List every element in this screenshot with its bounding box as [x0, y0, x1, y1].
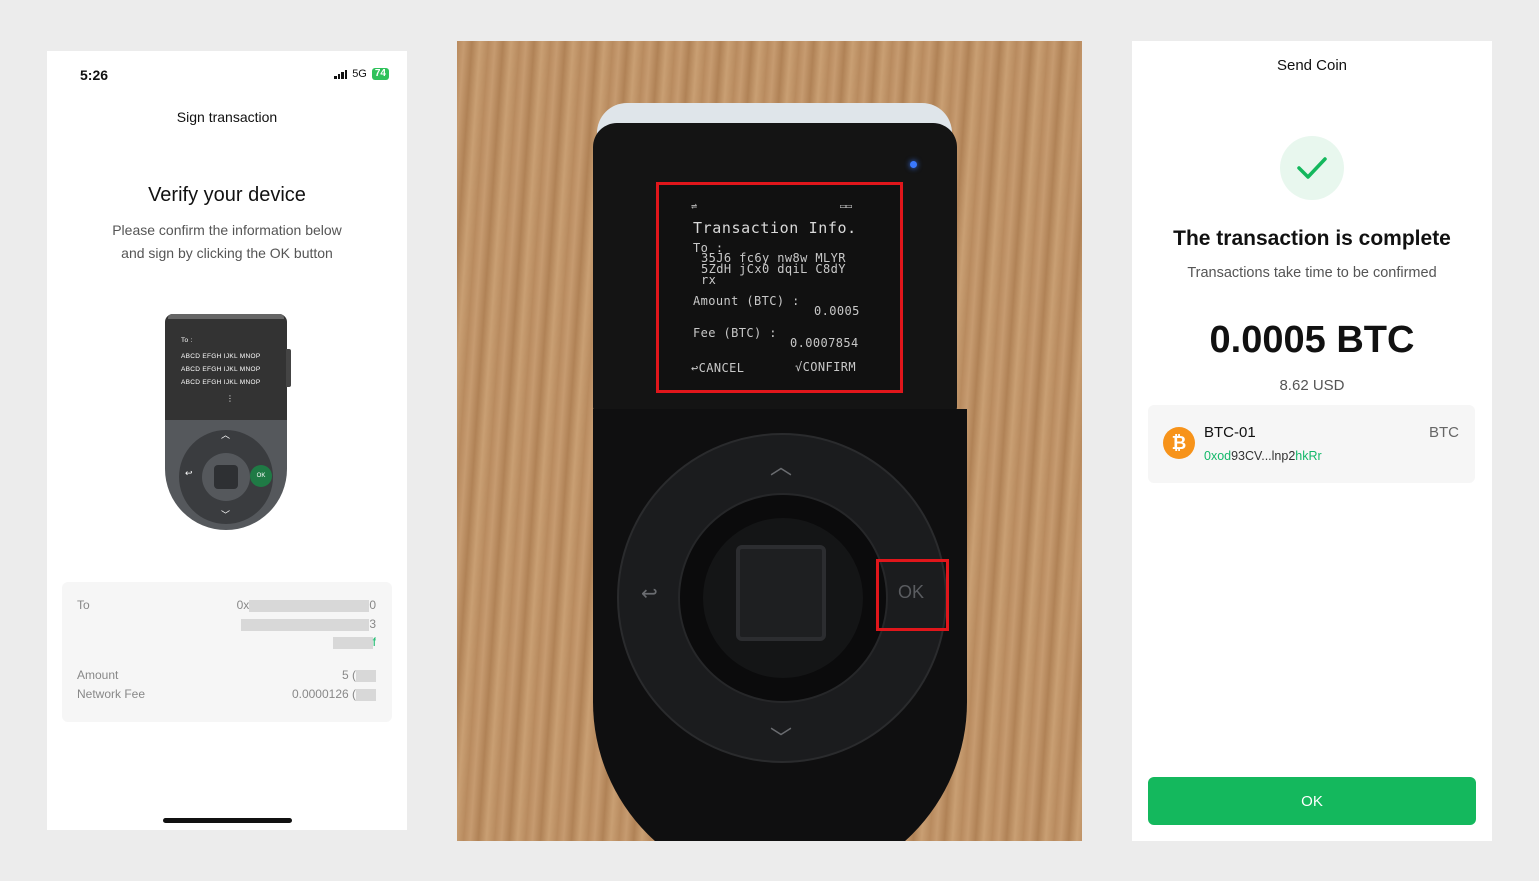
ok-highlight-box	[876, 559, 949, 631]
chevron-up-icon: ︿	[770, 454, 793, 479]
device-illustration-ring: ︿ ﹀ ↩ OK	[179, 430, 273, 524]
success-check-icon	[1280, 136, 1344, 200]
to-address-end: 3	[369, 617, 376, 631]
device-illustration-body: ︿ ﹀ ↩ OK	[165, 420, 287, 530]
mini-address-line: ABCD EFGH IJKL MNOP	[181, 379, 261, 386]
phone-screen: 5:26 5G 74 Sign transaction Verify your …	[47, 51, 407, 830]
address-middle: 93CV...lnp2	[1231, 449, 1296, 463]
amount-text: 5 (	[341, 668, 356, 682]
status-bar-right: 5G 74	[334, 68, 389, 80]
complete-subheading: Transactions take time to be confirmed	[1187, 265, 1437, 281]
to-address-end: 0	[369, 598, 376, 612]
signal-icon	[334, 69, 348, 79]
to-address-line: 0x 0	[237, 598, 376, 612]
fee-label: Network Fee	[77, 687, 146, 701]
fee-text: 0.0000126 (	[291, 687, 356, 701]
fee-value: 0.0000126 (	[292, 687, 376, 701]
more-dots-icon: ⋮	[226, 394, 234, 403]
fingerprint-sensor-icon	[736, 545, 826, 641]
mini-address-line: ABCD EFGH IJKL MNOP	[181, 366, 261, 373]
page-title: Sign transaction	[176, 109, 278, 125]
send-coin-screen: Send Coin The transaction is complete Tr…	[1132, 41, 1492, 841]
verify-description: Please confirm the information below and…	[47, 219, 407, 265]
device-photo: ⇌ ▭▭ Transaction Info. To : 35J6 fc6y nw…	[457, 41, 1082, 841]
back-icon: ↩	[641, 583, 658, 605]
transaction-details-card: To 0x 0 3 f Amount 5 ( Network Fee 0.0000…	[62, 582, 392, 722]
verify-heading: Verify your device	[148, 184, 306, 206]
ok-button[interactable]: OK	[1148, 777, 1476, 825]
fingerprint-button-icon	[214, 465, 238, 489]
to-address-line: 3	[241, 617, 376, 631]
sent-amount: 0.0005 BTC	[1209, 319, 1415, 361]
screen-highlight-box	[656, 182, 903, 393]
description-line: Please confirm the information below	[112, 222, 342, 238]
device-illustration: To : ABCD EFGH IJKL MNOP ABCD EFGH IJKL …	[165, 314, 291, 530]
coin-card: ₿ BTC-01 0xod93CV...lnp2hkRr BTC	[1148, 405, 1475, 483]
address-suffix: hkRr	[1295, 449, 1322, 463]
device-illustration-center	[202, 453, 250, 501]
coin-symbol: BTC	[1429, 424, 1459, 441]
amount-value: 5 (	[342, 668, 376, 682]
network-type: 5G	[352, 68, 367, 80]
to-address-start: 0x	[236, 598, 250, 612]
to-address-line: f	[332, 635, 376, 649]
battery-icon: 74	[371, 68, 389, 80]
description-line: and sign by clicking the OK button	[121, 245, 333, 261]
back-icon: ↩	[185, 468, 193, 478]
coin-address: 0xod93CV...lnp2hkRr	[1204, 449, 1322, 463]
home-indicator[interactable]	[163, 818, 292, 823]
chevron-up-icon: ︿	[221, 430, 231, 440]
fiat-amount: 8.62 USD	[1279, 377, 1345, 394]
complete-heading: The transaction is complete	[1173, 227, 1451, 250]
address-prefix: 0xod	[1204, 449, 1232, 463]
chevron-down-icon: ﹀	[770, 726, 793, 751]
coin-name: BTC-01	[1204, 424, 1256, 441]
amount-label: Amount	[77, 668, 119, 682]
ok-button-icon: OK	[250, 465, 272, 487]
to-address-end: f	[372, 635, 376, 649]
device-side-button	[286, 349, 291, 387]
chevron-down-icon: ﹀	[221, 510, 231, 520]
mini-to-label: To :	[181, 337, 193, 344]
status-led-icon	[910, 161, 917, 168]
status-time: 5:26	[80, 67, 109, 83]
bitcoin-icon: ₿	[1163, 427, 1195, 459]
device-illustration-screen: To : ABCD EFGH IJKL MNOP ABCD EFGH IJKL …	[165, 314, 287, 420]
to-label: To	[77, 598, 90, 612]
page-title: Send Coin	[1276, 57, 1348, 74]
mini-address-line: ABCD EFGH IJKL MNOP	[181, 353, 261, 360]
